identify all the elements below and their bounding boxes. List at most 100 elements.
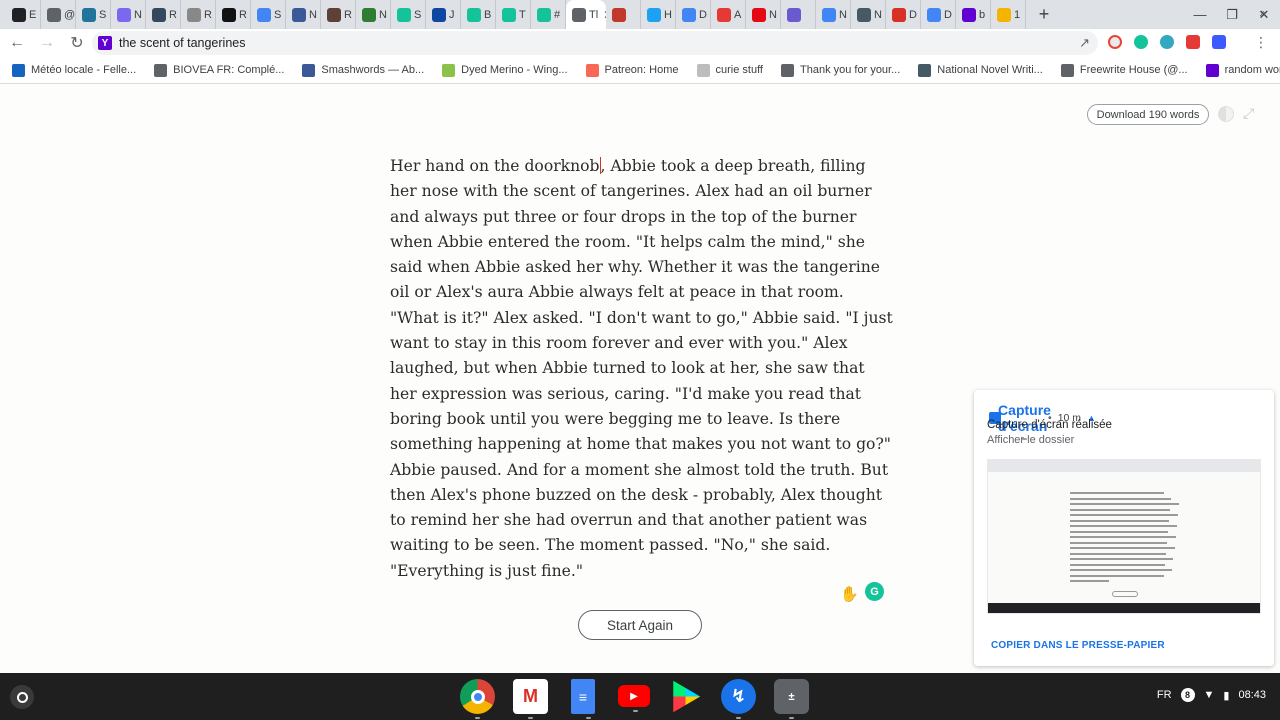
puzzle-extension-icon[interactable]: [1108, 35, 1122, 49]
screenshot-notification[interactable]: Capture d'écran • 10 m ▲ Capture d'écran…: [974, 390, 1274, 666]
tab-favicon-icon: [502, 7, 516, 22]
forward-icon[interactable]: →: [34, 34, 60, 52]
play-store-app-icon[interactable]: [673, 680, 701, 713]
tab[interactable]: N: [816, 0, 851, 29]
tab[interactable]: S: [251, 0, 286, 29]
calculator-app-icon[interactable]: ±: [774, 679, 809, 719]
copy-to-clipboard-button[interactable]: COPIER DANS LE PRESSE-PAPIER: [991, 640, 1165, 651]
tab[interactable]: #: [531, 0, 566, 29]
tab[interactable]: R: [216, 0, 251, 29]
youtube-app-icon[interactable]: ▶: [618, 685, 650, 712]
wifi-icon: ▼: [1203, 689, 1215, 701]
grammarly-extension-icon[interactable]: [1134, 35, 1148, 49]
thumbnail-text-line: [1070, 530, 1168, 533]
thumbnail-text-line: [1070, 574, 1164, 577]
status-area[interactable]: FR 8 ▼ ▮ 08:43: [1157, 688, 1266, 702]
bookmark-item[interactable]: Patreon: Home: [585, 63, 679, 77]
back-icon[interactable]: ←: [4, 34, 30, 52]
tab-favicon-icon: [927, 7, 941, 22]
tab[interactable]: [606, 0, 641, 29]
bookmark-item[interactable]: random words - Ya...: [1205, 63, 1280, 77]
tab[interactable]: R: [181, 0, 216, 29]
pen-extension-icon[interactable]: [1160, 35, 1174, 49]
notification-subtitle[interactable]: Afficher le dossier: [987, 434, 1074, 446]
tab[interactable]: B: [461, 0, 496, 29]
tab[interactable]: @: [41, 0, 76, 29]
tab[interactable]: b: [956, 0, 991, 29]
address-bar[interactable]: Y ↗: [92, 31, 1098, 55]
tab-favicon-icon: [292, 7, 306, 22]
theme-toggle-icon[interactable]: [1218, 106, 1234, 122]
more-bookmarks-icon[interactable]: »: [1259, 6, 1266, 20]
tab[interactable]: N: [851, 0, 886, 29]
bookmark-label: Patreon: Home: [604, 64, 679, 76]
reload-icon[interactable]: ↻: [64, 33, 90, 53]
tab-label: T: [519, 8, 526, 21]
tab[interactable]: H: [641, 0, 676, 29]
new-tab-icon[interactable]: +: [1030, 4, 1058, 25]
tab[interactable]: D: [676, 0, 711, 29]
tab[interactable]: [781, 0, 816, 29]
browser-toolbar: ← → ↻ Y ↗ ⋮: [0, 29, 1280, 57]
tab[interactable]: S: [391, 0, 426, 29]
gmail-app-icon[interactable]: M: [513, 679, 548, 719]
docs-app-icon[interactable]: ≡: [571, 679, 595, 719]
tab[interactable]: N: [746, 0, 781, 29]
bookmark-item[interactable]: Météo locale - Felle...: [12, 63, 137, 77]
open-in-app-icon[interactable]: ↗: [1079, 35, 1090, 51]
tab[interactable]: N: [111, 0, 146, 29]
bookmark-favicon-icon: [1205, 63, 1219, 77]
bookmark-label: Smashwords — Ab...: [321, 64, 425, 76]
download-button[interactable]: Download 190 words: [1087, 104, 1209, 125]
launcher-icon[interactable]: [10, 685, 34, 709]
bookmark-item[interactable]: curie stuff: [696, 63, 763, 77]
messenger-app-icon[interactable]: ↯: [721, 679, 756, 719]
address-input[interactable]: [119, 36, 1019, 50]
tab[interactable]: D: [886, 0, 921, 29]
chrome-app-icon[interactable]: [460, 679, 495, 719]
menu-dots-icon[interactable]: ⋮: [1254, 34, 1268, 51]
start-again-button[interactable]: Start Again: [578, 610, 702, 640]
tab[interactable]: J: [426, 0, 461, 29]
screenshot-thumbnail[interactable]: [987, 459, 1261, 614]
handshake-emoji-icon[interactable]: ✋: [840, 585, 859, 603]
thumbnail-text-line: [1070, 541, 1167, 544]
bookmark-label: Météo locale - Felle...: [31, 64, 137, 76]
restore-icon[interactable]: ❐: [1216, 7, 1248, 23]
tab[interactable]: R: [321, 0, 356, 29]
shield-extension-icon[interactable]: [1212, 35, 1226, 49]
bookmark-item[interactable]: Smashwords — Ab...: [302, 63, 425, 77]
tab[interactable]: N: [286, 0, 321, 29]
tab[interactable]: E: [6, 0, 41, 29]
tab-label: S: [274, 8, 282, 21]
grammarly-icon[interactable]: G: [865, 582, 884, 601]
tab-label: H: [664, 8, 672, 21]
tab[interactable]: A: [711, 0, 746, 29]
tab-favicon-icon: [117, 7, 131, 22]
tab[interactable]: T: [496, 0, 531, 29]
tab[interactable]: R: [146, 0, 181, 29]
tab[interactable]: S: [76, 0, 111, 29]
tab-label: J: [449, 8, 455, 21]
fullscreen-icon[interactable]: ⤢: [1243, 105, 1254, 122]
bookmark-item[interactable]: Dyed Merino - Wing...: [442, 63, 568, 77]
story-text[interactable]: Her hand on the doorknob, Abbie took a d…: [390, 154, 895, 584]
bookmark-item[interactable]: Thank you for your...: [781, 63, 900, 77]
thumbnail-text-line: [1070, 536, 1176, 538]
bookmark-label: random words - Ya...: [1224, 64, 1280, 76]
bookmark-item[interactable]: BIOVEA FR: Complé...: [154, 63, 284, 77]
tab[interactable]: N: [356, 0, 391, 29]
minimize-icon[interactable]: —: [1184, 7, 1216, 22]
thumbnail-text-line: [1070, 552, 1166, 555]
bookmark-item[interactable]: Freewrite House (@...: [1060, 63, 1188, 77]
thumbnail-text-line: [1070, 503, 1179, 505]
bookmark-item[interactable]: National Novel Writi...: [918, 63, 1043, 77]
red-extension-icon[interactable]: [1186, 35, 1200, 49]
clock: 08:43: [1238, 689, 1266, 701]
tab-label: N: [379, 8, 387, 21]
bookmark-favicon-icon: [918, 63, 932, 77]
tab[interactable]: D: [921, 0, 956, 29]
tab[interactable]: 1: [991, 0, 1026, 29]
tab-favicon-icon: [327, 7, 341, 22]
tab-active[interactable]: Tl✕: [566, 0, 606, 29]
